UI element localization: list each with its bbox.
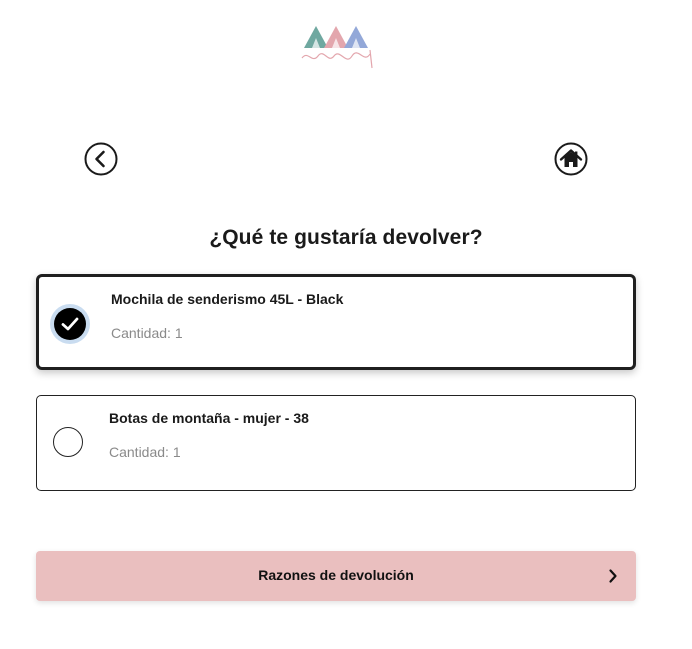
item-name: Botas de montaña - mujer - 38: [109, 410, 309, 426]
checked-radio[interactable]: [54, 308, 86, 340]
page-title: ¿Qué te gustaría devolver?: [209, 226, 483, 249]
unchecked-radio[interactable]: [53, 427, 83, 457]
home-button[interactable]: [554, 142, 588, 176]
return-reasons-label: Razones de devolución: [258, 567, 414, 583]
home-circle-icon: [554, 142, 588, 176]
checkmark-icon: [61, 317, 79, 331]
item-name: Mochila de senderismo 45L - Black: [111, 291, 344, 307]
return-reasons-button[interactable]: Razones de devolución: [36, 551, 636, 601]
return-item-card[interactable]: Botas de montaña - mujer - 38 Cantidad: …: [36, 395, 636, 491]
item-quantity: Cantidad: 1: [109, 444, 181, 460]
back-button[interactable]: [84, 142, 118, 176]
chevron-right-icon: [609, 569, 617, 583]
item-quantity: Cantidad: 1: [111, 325, 183, 341]
brand-logo: [298, 20, 378, 76]
chevron-left-circle-icon: [84, 142, 118, 176]
tents-logo-icon: [301, 26, 373, 69]
return-item-card[interactable]: Mochila de senderismo 45L - Black Cantid…: [36, 274, 636, 370]
